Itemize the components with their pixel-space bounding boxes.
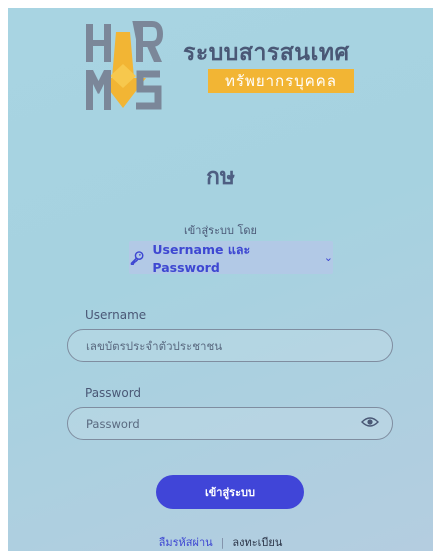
login-method-label: เข้าสู่ระบบ โดย [184, 224, 257, 237]
chevron-down-icon: ⌄ [323, 251, 333, 264]
svg-text:H: H [80, 18, 81, 19]
brand-subtitle: ทรัพยากรบุคคล [208, 69, 354, 93]
forgot-password-link[interactable]: ลืมรหัสผ่าน [159, 533, 213, 551]
username-input[interactable] [67, 329, 393, 362]
hrms-logo: H [80, 18, 164, 110]
password-label: Password [85, 386, 142, 400]
login-method-value: Username และ Password [152, 242, 251, 275]
organization-name: กษ [205, 164, 236, 190]
login-method-dropdown[interactable]: Username และ Password ⌄ [129, 241, 333, 275]
key-icon [130, 250, 144, 265]
login-page: H ระบบสารสนเทศ ทรัพยากรบุคคล กษ เข้าสู่ร… [8, 8, 433, 551]
login-button[interactable]: เข้าสู่ระบบ [156, 475, 304, 509]
username-label: Username [85, 308, 147, 322]
password-input[interactable] [67, 407, 393, 440]
register-link[interactable]: ลงทะเบียน [232, 533, 282, 551]
link-separator: | [220, 535, 225, 549]
brand-title: ระบบสารสนเทศ [183, 40, 350, 66]
footer-links: ลืมรหัสผ่าน | ลงทะเบียน [8, 533, 433, 551]
eye-icon[interactable] [361, 415, 379, 429]
